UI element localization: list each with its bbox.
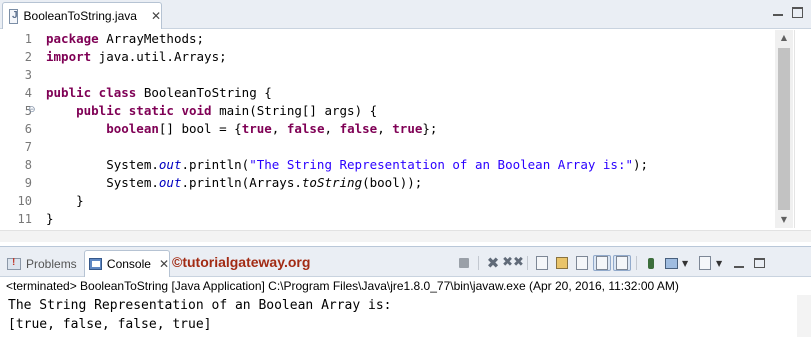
- maximize-icon[interactable]: [790, 5, 805, 19]
- minimize-icon[interactable]: [730, 255, 748, 271]
- pin-console-icon[interactable]: [642, 255, 660, 271]
- scroll-lock-icon[interactable]: [553, 255, 571, 271]
- tab-problems[interactable]: Problems: [4, 250, 82, 277]
- editor-tab-label: BooleanToString.java: [23, 9, 137, 23]
- code-line: }: [46, 211, 54, 226]
- code-token: System.: [46, 157, 159, 172]
- maximize-icon[interactable]: [750, 255, 768, 271]
- code-token: true: [241, 121, 272, 136]
- editor-horizontal-scrollbar[interactable]: [0, 230, 811, 242]
- code-token: ,: [377, 121, 393, 136]
- scroll-down-icon[interactable]: ▼: [775, 212, 793, 228]
- editor-vertical-scrollbar[interactable]: ▲ ▼: [775, 30, 793, 228]
- display-selected-console-icon[interactable]: [662, 255, 680, 271]
- close-icon[interactable]: ✕: [151, 9, 161, 23]
- console-status-line: <terminated> BooleanToString [Java Appli…: [6, 279, 679, 293]
- code-token: out: [158, 175, 182, 190]
- toolbar-separator: [478, 256, 479, 270]
- line-number-gutter: 1 2 3 4 5 ⊖ 6 7 8 9 10 11: [0, 30, 42, 230]
- toolbar-separator: [636, 256, 637, 270]
- clear-console-icon[interactable]: [533, 255, 551, 271]
- code-token: [] bool = {: [158, 121, 242, 136]
- show-on-stderr-icon[interactable]: [613, 255, 631, 271]
- console-toolbar: ✖ ✖✖ ▼ ▼: [455, 254, 770, 272]
- line-number: 3: [24, 68, 32, 82]
- scrollbar-thumb[interactable]: [778, 48, 790, 210]
- tab-console[interactable]: Console ✕: [84, 250, 170, 277]
- code-line: package ArrayMethods;: [46, 30, 204, 48]
- line-number: 9: [24, 176, 32, 190]
- line-number: 2: [24, 50, 32, 64]
- tab-console-label: Console: [106, 257, 151, 271]
- tab-problems-label: Problems: [26, 256, 77, 271]
- minimize-icon[interactable]: [771, 5, 786, 19]
- chevron-down-icon[interactable]: ▼: [682, 259, 690, 268]
- code-token: true: [392, 121, 423, 136]
- line-number: 10: [17, 194, 32, 208]
- word-wrap-icon[interactable]: [573, 255, 591, 271]
- code-token: package: [46, 31, 99, 46]
- code-text-area[interactable]: package ArrayMethods; import java.util.A…: [46, 30, 774, 230]
- code-token: ,: [324, 121, 340, 136]
- code-token: import: [46, 49, 92, 64]
- overview-ruler: [794, 30, 810, 228]
- line-number: 4: [24, 86, 32, 100]
- code-line: import java.util.Arrays;: [46, 48, 227, 66]
- java-file-icon: [9, 8, 18, 24]
- code-token: };: [422, 121, 438, 136]
- code-token: BooleanToString {: [136, 85, 272, 100]
- code-token: );: [633, 157, 649, 172]
- code-token: false: [286, 121, 325, 136]
- editor-window-controls: [771, 5, 805, 19]
- code-line: boolean[] bool = {true, false, false, tr…: [46, 120, 437, 138]
- line-number: 6: [24, 122, 32, 136]
- line-number: 7: [24, 140, 32, 154]
- line-number: 11: [17, 212, 32, 226]
- code-token: System.: [46, 175, 159, 190]
- code-token: public class: [46, 85, 137, 100]
- code-token: "The String Representation of an Boolean…: [249, 157, 634, 172]
- code-editor[interactable]: BooleanToString.java ✕ 1 2 3 4 5 ⊖ 6 7 8…: [0, 0, 811, 242]
- code-line: }: [46, 193, 84, 208]
- console-output[interactable]: The String Representation of an Boolean …: [8, 296, 392, 334]
- scroll-up-icon[interactable]: ▲: [775, 30, 793, 46]
- chevron-down-icon[interactable]: ▼: [716, 259, 724, 268]
- code-token: ,: [271, 121, 287, 136]
- code-token: false: [339, 121, 378, 136]
- code-line: public static void main(String[] args) {: [46, 102, 377, 120]
- watermark: ©tutorialgateway.org: [172, 254, 311, 270]
- console-view: Problems Console ✕ ©tutorialgateway.org …: [0, 246, 811, 337]
- code-token: main(String[] args) {: [211, 103, 378, 118]
- toolbar-separator: [527, 256, 528, 270]
- code-token: (bool));: [362, 175, 423, 190]
- console-icon: [89, 258, 102, 270]
- fold-collapse-icon[interactable]: ⊖: [28, 105, 36, 115]
- problems-icon: [7, 257, 21, 270]
- code-token: public static void: [46, 103, 212, 118]
- open-console-icon[interactable]: [696, 255, 714, 271]
- console-vertical-scrollbar[interactable]: [797, 295, 811, 337]
- line-number: 8: [24, 158, 32, 172]
- code-token: ArrayMethods;: [98, 31, 205, 46]
- code-token: toString: [301, 175, 363, 190]
- code-line: public class BooleanToString {: [46, 84, 272, 102]
- code-token: .println(Arrays.: [181, 175, 302, 190]
- console-tab-bar: Problems Console ✕ ©tutorialgateway.org …: [0, 247, 811, 277]
- editor-tab-booleantostring[interactable]: BooleanToString.java ✕: [2, 2, 162, 29]
- code-line: System.out.println("The String Represent…: [46, 156, 648, 174]
- editor-tab-bar: BooleanToString.java ✕: [0, 0, 811, 29]
- code-token: boolean: [46, 121, 159, 136]
- terminate-icon[interactable]: [455, 255, 473, 271]
- show-on-stdout-icon[interactable]: [593, 255, 611, 271]
- remove-all-terminated-icon[interactable]: ✖✖: [502, 255, 524, 271]
- code-token: java.util.Arrays;: [91, 49, 227, 64]
- code-token: out: [158, 157, 182, 172]
- close-icon[interactable]: ✕: [159, 257, 169, 271]
- remove-launch-icon[interactable]: ✖: [484, 255, 502, 271]
- code-token: .println(: [181, 157, 250, 172]
- code-line: System.out.println(Arrays.toString(bool)…: [46, 174, 422, 192]
- line-number: 1: [24, 32, 32, 46]
